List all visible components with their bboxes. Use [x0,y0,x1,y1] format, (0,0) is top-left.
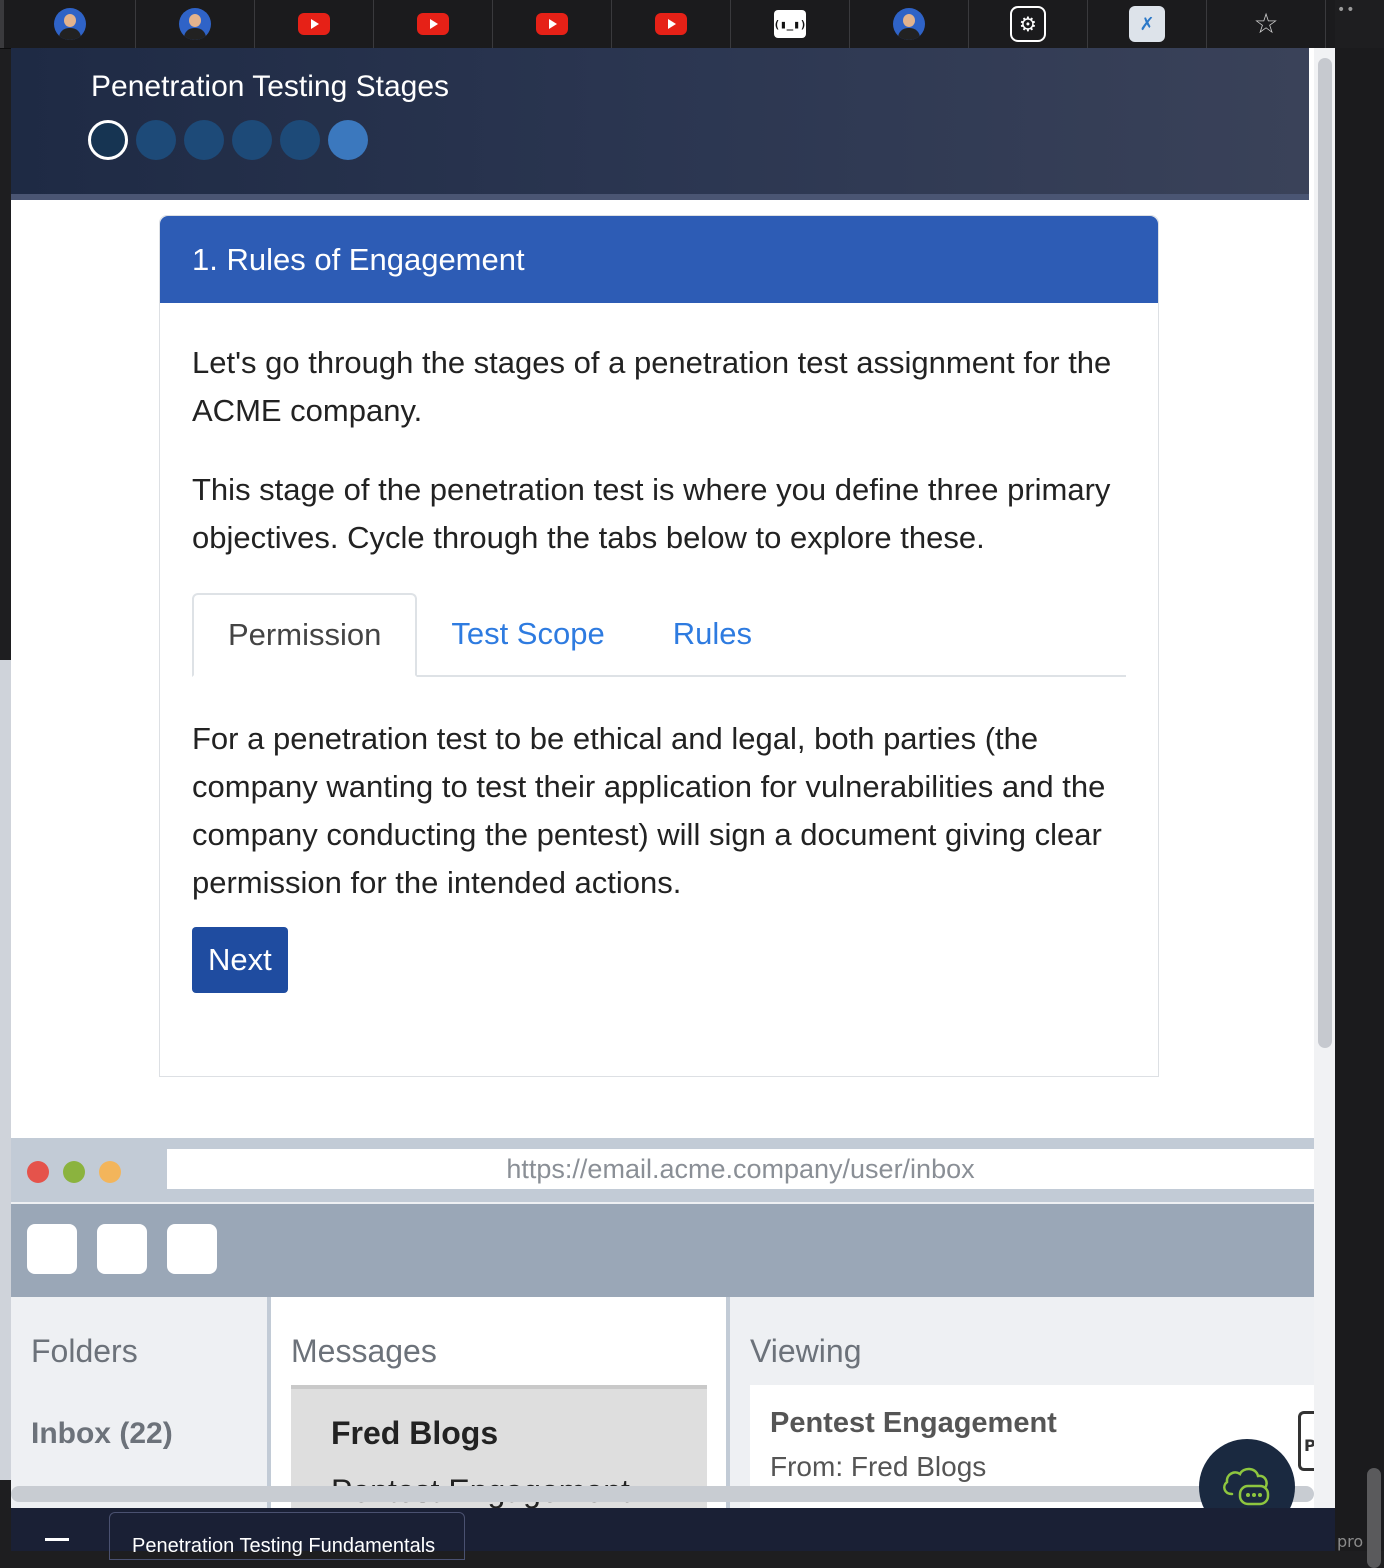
bookmark-tab[interactable]: ☆ [1207,0,1326,48]
browser-tab[interactable] [493,0,612,48]
description-text: This stage of the penetration test is wh… [192,472,1111,555]
browser-tab[interactable] [255,0,374,48]
email-from: From: Fred Blogs [770,1451,987,1482]
mock-window-titlebar: https://email.acme.company/user/inbox [11,1138,1314,1202]
menu-dots-icon[interactable]: •• [1337,2,1356,18]
email-client-mock: https://email.acme.company/user/inbox Fo… [11,1138,1314,1508]
page-viewport: Penetration Testing Stages 1. Rules of E… [11,48,1335,1508]
browser-tab-strip: (▮_▮) ⚙ ✗ ☆ [0,0,1335,49]
browser-tab[interactable]: (▮_▮) [731,0,850,48]
page-scrollbar[interactable] [1314,48,1335,1508]
stage-step-3[interactable] [184,120,224,160]
youtube-icon [417,13,449,35]
avatar-icon [53,8,86,40]
inbox-folder: Inbox (22) [31,1417,173,1450]
mock-url-bar: https://email.acme.company/user/inbox [167,1149,1314,1189]
browser-tab[interactable] [374,0,493,48]
stage-step-4[interactable] [232,120,272,160]
intro-text: Let's go through the stages of a penetra… [192,345,1112,428]
message-from: Fred Blogs [331,1415,499,1451]
youtube-icon [655,13,687,35]
stage-step-2[interactable] [136,120,176,160]
avatar-icon [179,8,211,40]
browser-tab[interactable]: ✗ [1088,0,1207,48]
next-button[interactable]: Next [192,927,288,993]
page-title: Penetration Testing Stages [91,70,450,103]
star-icon: ☆ [1253,7,1279,40]
card-body: Let's go through the stages of a penetra… [160,303,1158,993]
email-subject: Pentest Engagement [770,1407,1057,1439]
stage-progress [88,120,368,160]
browser-tab[interactable] [612,0,731,48]
cloud-chat-icon [1223,1467,1270,1506]
card-title: 1. Rules of Engagement [160,216,1158,303]
left-edge-panel [0,660,11,1480]
mock-toolbar-button [167,1224,217,1274]
menu-icon[interactable] [45,1538,69,1541]
browser-tab[interactable] [0,0,136,48]
messages-heading: Messages [291,1333,437,1369]
stage-step-5[interactable] [280,120,320,160]
side-scrollbar[interactable] [1367,1468,1381,1568]
stage-step-1[interactable] [88,120,128,160]
tab-content: For a penetration test to be ethical and… [192,721,1106,900]
maximize-dot-icon [63,1161,85,1183]
avatar-icon [893,8,925,40]
course-tab[interactable]: Penetration Testing Fundamentals [109,1512,465,1560]
folders-column: Folders Inbox (22) [11,1297,271,1508]
folders-heading: Folders [31,1333,138,1369]
stage-header: Penetration Testing Stages [11,48,1309,200]
horizontal-scrollbar[interactable] [11,1486,1314,1502]
close-dot-icon [27,1161,49,1183]
browser-tab[interactable]: ⚙ [969,0,1088,48]
minimize-dot-icon [99,1161,121,1183]
mock-toolbar-button [97,1224,147,1274]
openai-icon: ⚙ [1010,6,1046,42]
messages-column: Messages Fred Blogs Pentest Engagement [271,1297,730,1508]
viewing-heading: Viewing [750,1333,862,1369]
tab-permission[interactable]: Permission [192,593,418,677]
objective-tabs: Permission Test Scope Rules [192,593,1126,677]
youtube-icon [536,13,568,35]
mock-toolbar [11,1204,1314,1297]
side-text: pro [1337,1532,1364,1551]
tab-rules[interactable]: Rules [639,593,786,675]
robot-icon: (▮_▮) [773,10,807,38]
x-extension-icon: ✗ [1129,6,1165,42]
stage-step-6[interactable] [328,120,368,160]
page-scrollbar-thumb[interactable] [1318,58,1332,1048]
browser-tab[interactable] [136,0,255,48]
youtube-icon [298,13,330,35]
browser-side-panel: pro [1335,48,1384,1568]
mock-toolbar-button [27,1224,77,1274]
tab-test-scope[interactable]: Test Scope [417,593,638,675]
stage-card: 1. Rules of Engagement Let's go through … [159,215,1159,1077]
attachment-icon: P [1298,1411,1314,1471]
browser-tab[interactable] [850,0,969,48]
course-bottom-bar: Penetration Testing Fundamentals [11,1508,1335,1560]
